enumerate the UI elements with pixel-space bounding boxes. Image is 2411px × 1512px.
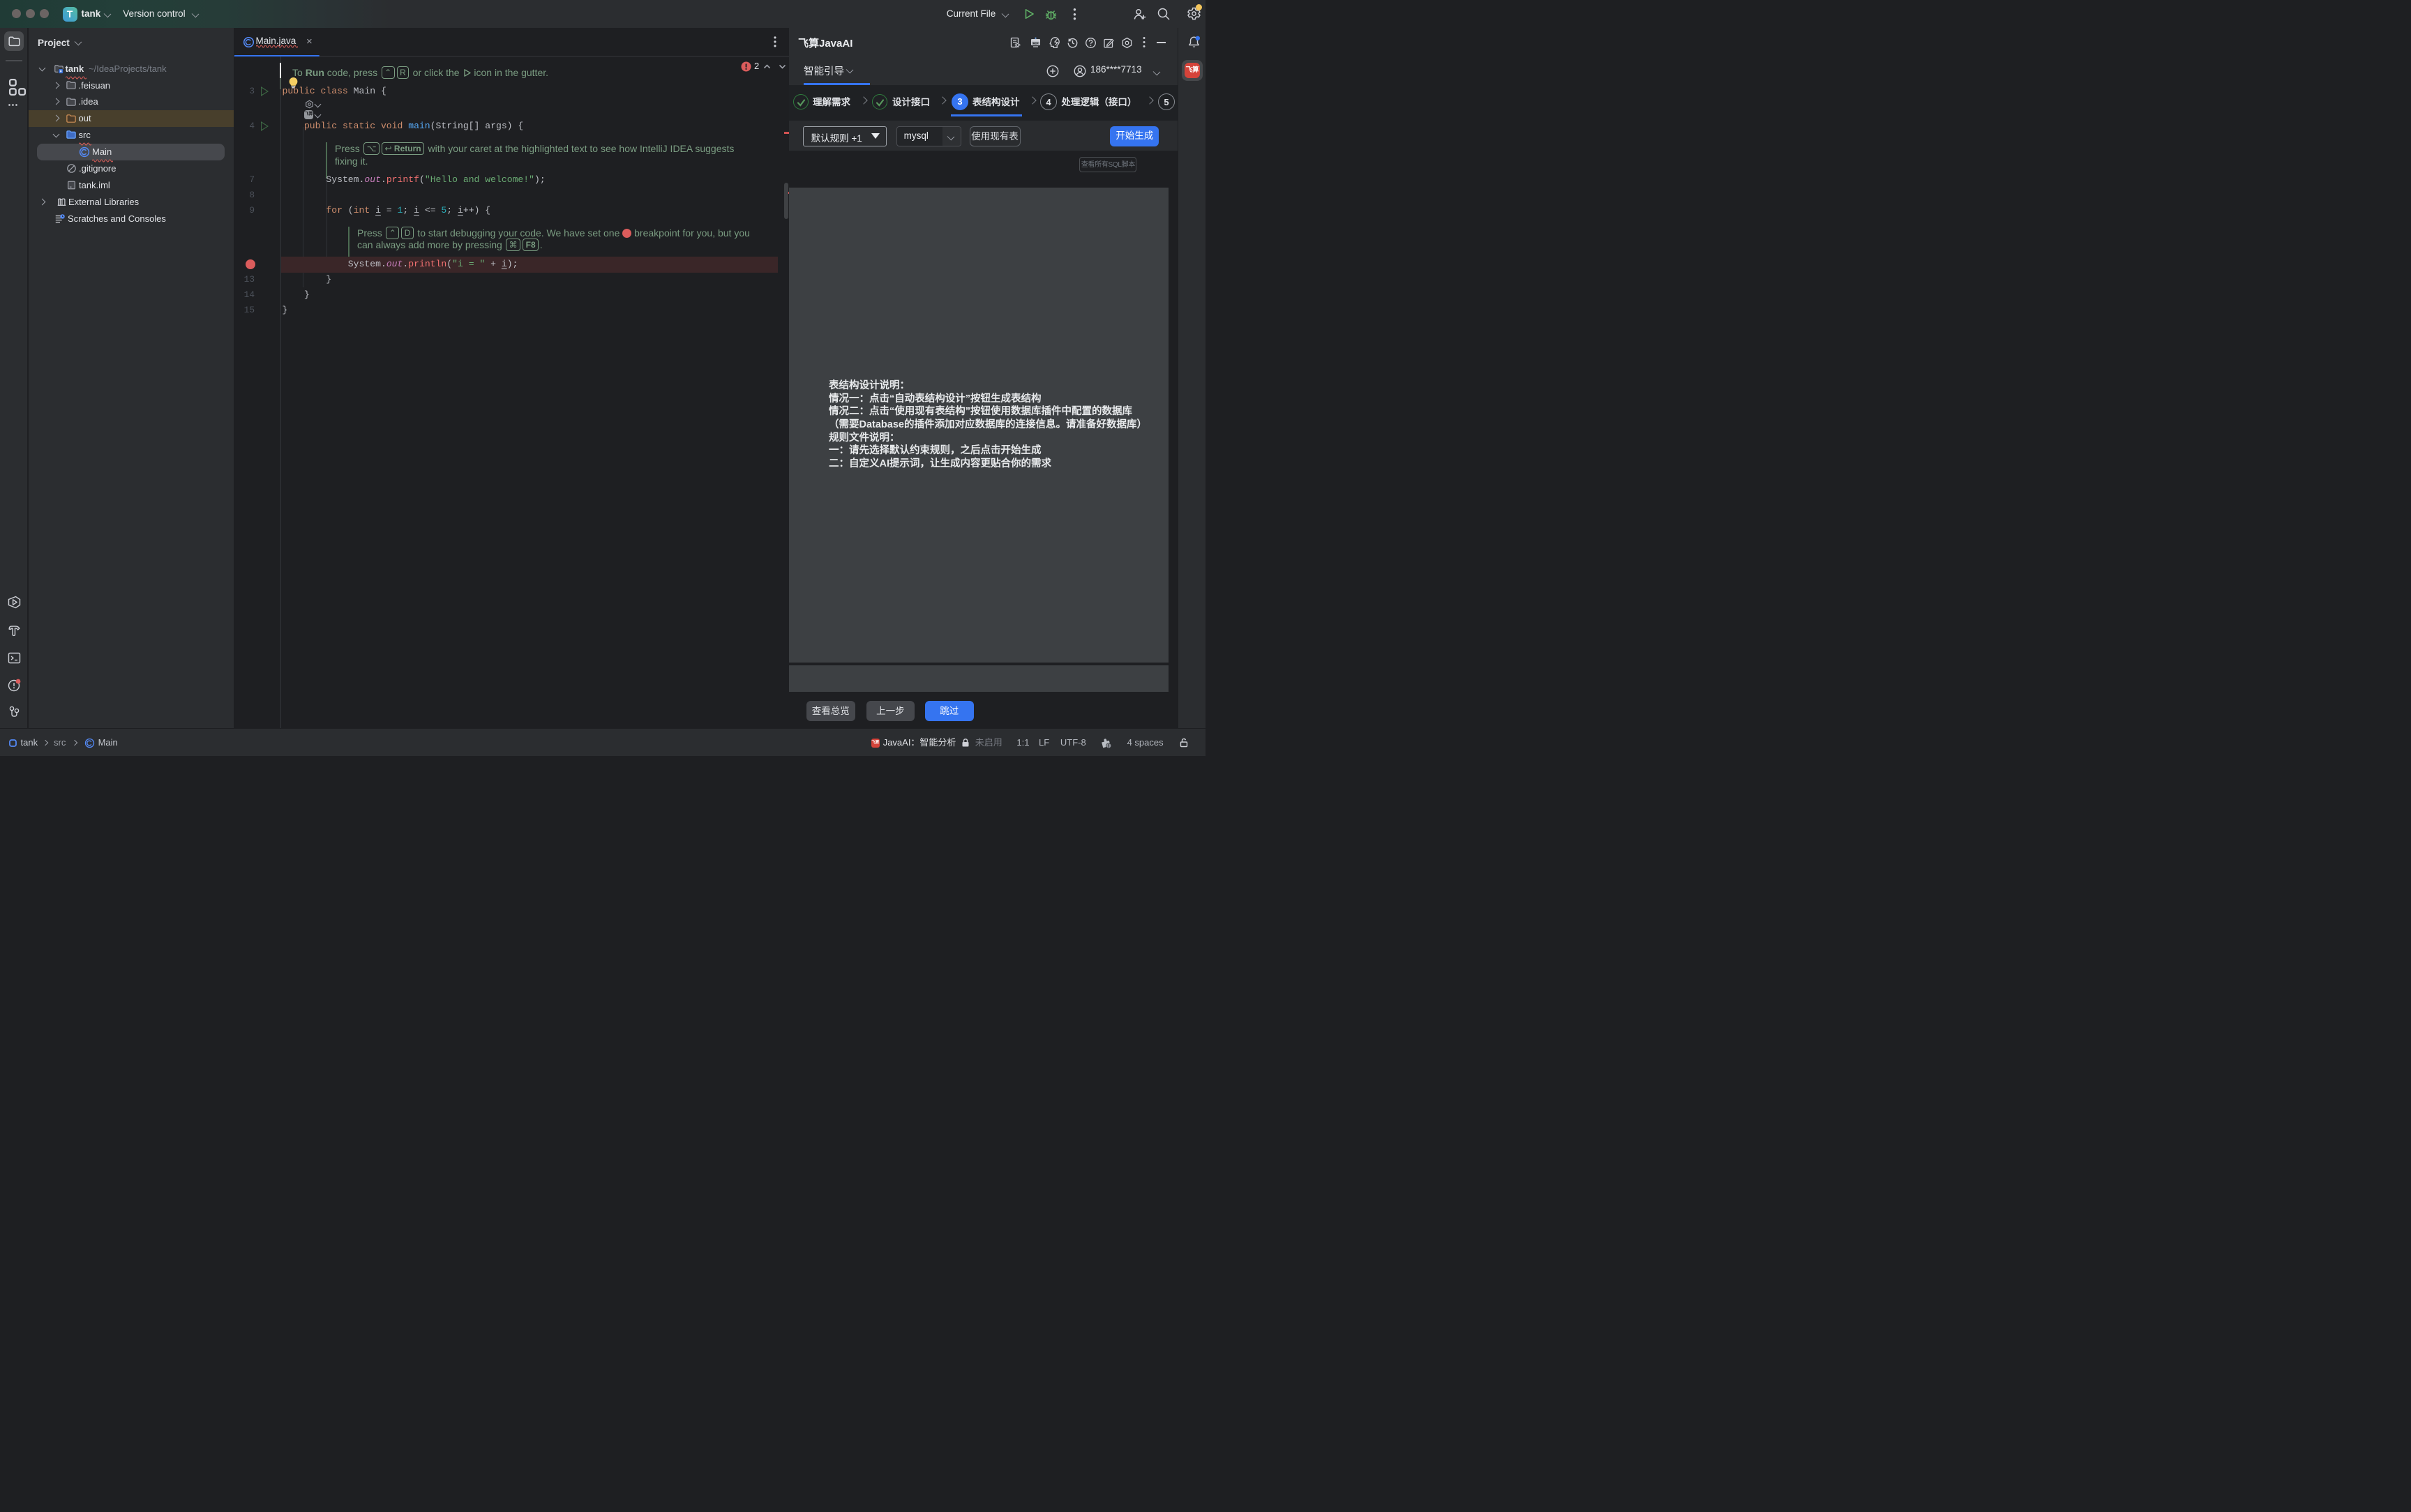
svg-text:MCP: MCP [1033, 42, 1039, 45]
